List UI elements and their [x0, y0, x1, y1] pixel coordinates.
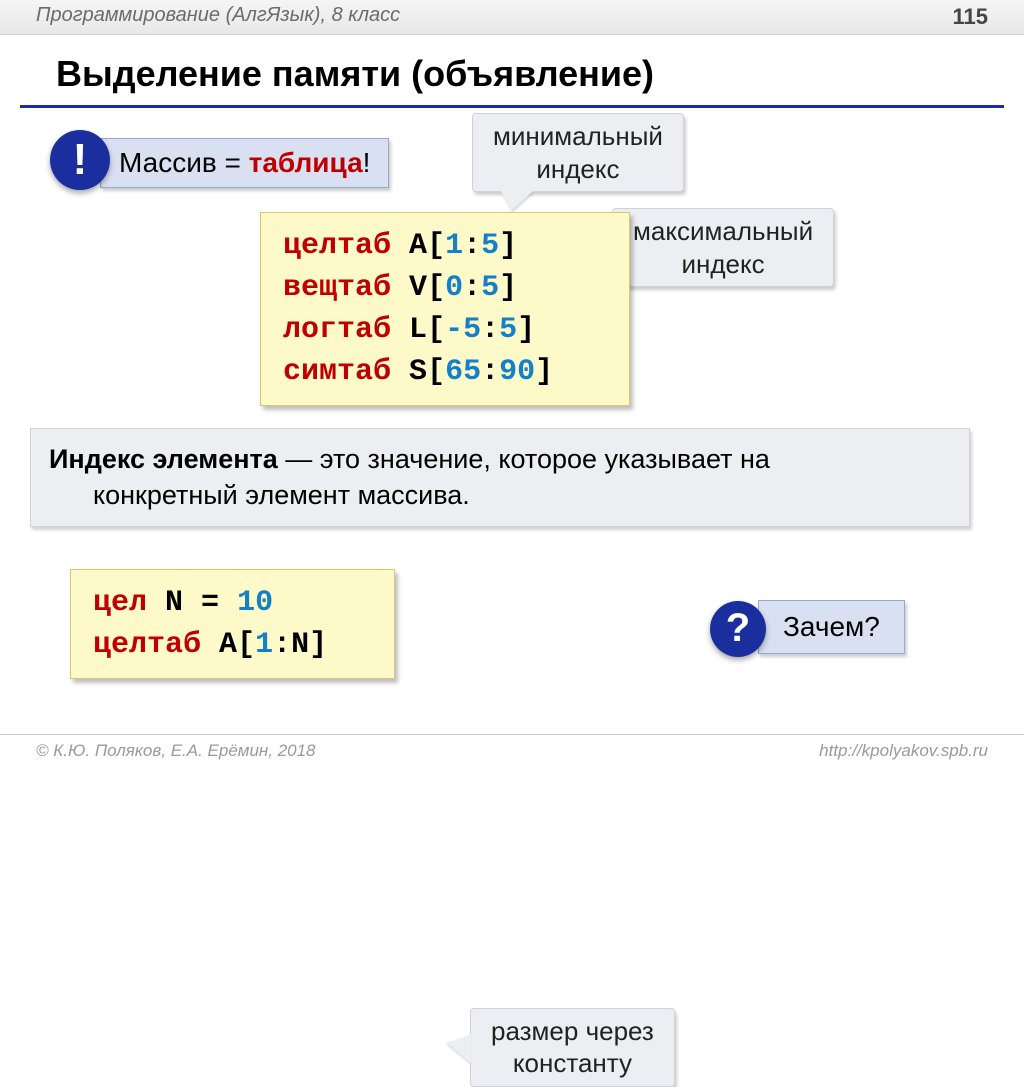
- why-box: Зачем?: [758, 600, 905, 654]
- question-badge: ?: [710, 601, 766, 657]
- slide-footer: © К.Ю. Поляков, Е.А. Ерёмин, 2018 http:/…: [0, 734, 1024, 767]
- definition-box: Индекс элемента — это значение, которое …: [30, 428, 970, 527]
- code-const-size: цел N = 10 целтаб A[1:N]: [70, 569, 395, 679]
- subject-label: Программирование (АлгЯзык), 8 класс: [36, 4, 400, 30]
- code-line: цел N = 10: [93, 582, 372, 624]
- question-mark-icon: ?: [726, 606, 750, 651]
- code-line: вещтаб V[0:5]: [283, 267, 607, 309]
- page-number: 115: [953, 4, 989, 30]
- callout-tail-icon: [447, 1035, 471, 1063]
- code-line: симтаб S[65:90]: [283, 351, 607, 393]
- exclamation-badge: !: [50, 130, 110, 190]
- code-line: логтаб L[-5:5]: [283, 309, 607, 351]
- page-title: Выделение памяти (объявление): [20, 35, 1004, 108]
- exclamation-icon: !: [73, 135, 88, 185]
- callout-tail-icon: [501, 191, 533, 211]
- callout-min-index: минимальный индекс: [472, 113, 684, 192]
- array-is-table-note: Массив = таблица!: [100, 138, 389, 188]
- why-group: ? Зачем?: [710, 597, 905, 657]
- code-array-declarations: целтаб A[1:5] вещтаб V[0:5] логтаб L[-5:…: [260, 212, 630, 406]
- code-line: целтаб A[1:N]: [93, 624, 372, 666]
- footer-url: http://kpolyakov.spb.ru: [819, 741, 988, 761]
- callout-size-via-const: размер через константу: [470, 1008, 675, 1087]
- code-line: целтаб A[1:5]: [283, 225, 607, 267]
- slide-header: Программирование (АлгЯзык), 8 класс 115: [0, 0, 1024, 35]
- callout-max-index: максимальный индекс: [612, 208, 834, 287]
- footer-copyright: © К.Ю. Поляков, Е.А. Ерёмин, 2018: [36, 741, 316, 761]
